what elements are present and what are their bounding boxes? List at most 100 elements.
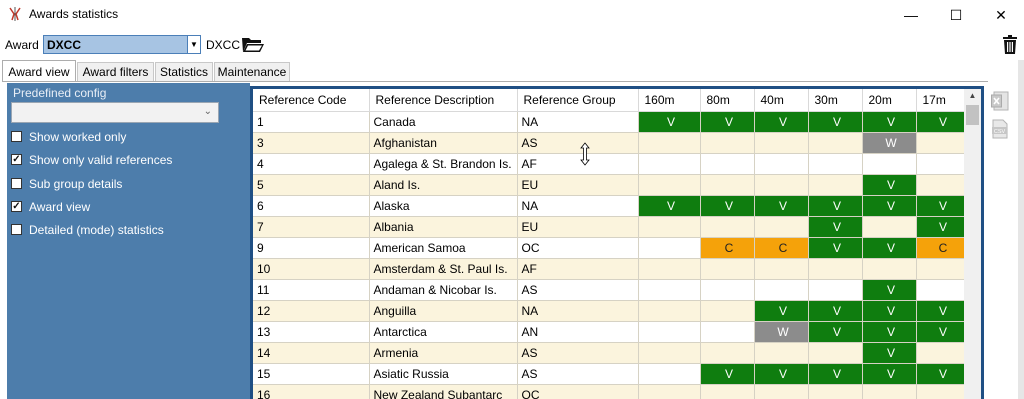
reference-description-cell[interactable]: Asiatic Russia xyxy=(369,363,518,385)
tab-award-filters[interactable]: Award filters xyxy=(77,62,154,81)
band-status-cell[interactable]: V xyxy=(808,216,863,238)
reference-code-cell[interactable]: 9 xyxy=(253,237,370,259)
band-status-cell[interactable] xyxy=(808,258,863,280)
reference-description-cell[interactable]: Afghanistan xyxy=(369,132,518,154)
band-status-cell[interactable]: V xyxy=(916,111,967,133)
reference-code-cell[interactable]: 7 xyxy=(253,216,370,238)
reference-code-cell[interactable]: 6 xyxy=(253,195,370,217)
band-status-cell[interactable] xyxy=(916,384,967,399)
band-status-cell[interactable] xyxy=(916,174,967,196)
reference-description-cell[interactable]: Alaska xyxy=(369,195,518,217)
band-status-cell[interactable] xyxy=(754,216,809,238)
band-status-cell[interactable]: V xyxy=(862,195,917,217)
band-status-cell[interactable] xyxy=(638,216,701,238)
column-header[interactable]: 80m xyxy=(700,89,755,112)
folder-open-icon[interactable] xyxy=(241,35,265,54)
column-header[interactable]: 30m xyxy=(808,89,863,112)
band-status-cell[interactable] xyxy=(700,258,755,280)
band-status-cell[interactable]: W xyxy=(862,132,917,154)
table-row[interactable]: 7 Albania EU V V xyxy=(253,216,967,238)
band-status-cell[interactable] xyxy=(638,279,701,301)
checkbox[interactable] xyxy=(11,224,22,235)
band-status-cell[interactable] xyxy=(754,153,809,175)
band-status-cell[interactable] xyxy=(916,279,967,301)
table-row[interactable]: 3 Afghanistan AS W xyxy=(253,132,967,154)
band-status-cell[interactable] xyxy=(754,342,809,364)
band-status-cell[interactable] xyxy=(862,216,917,238)
band-status-cell[interactable] xyxy=(862,258,917,280)
reference-description-cell[interactable]: Anguilla xyxy=(369,300,518,322)
band-status-cell[interactable] xyxy=(916,258,967,280)
band-status-cell[interactable] xyxy=(754,279,809,301)
trash-icon[interactable] xyxy=(1002,35,1018,54)
reference-code-cell[interactable]: 4 xyxy=(253,153,370,175)
reference-group-cell[interactable]: NA xyxy=(517,300,639,322)
minimize-button[interactable]: — xyxy=(888,0,934,30)
reference-code-cell[interactable]: 5 xyxy=(253,174,370,196)
band-status-cell[interactable] xyxy=(700,216,755,238)
checkbox-checked[interactable]: ✓ xyxy=(11,201,22,212)
band-status-cell[interactable]: W xyxy=(754,321,809,343)
band-status-cell[interactable] xyxy=(700,279,755,301)
reference-code-cell[interactable]: 1 xyxy=(253,111,370,133)
band-status-cell[interactable]: V xyxy=(808,237,863,259)
band-status-cell[interactable]: V xyxy=(862,342,917,364)
column-header[interactable]: 40m xyxy=(754,89,809,112)
column-header[interactable]: 20m xyxy=(862,89,917,112)
band-status-cell[interactable]: V xyxy=(754,195,809,217)
reference-description-cell[interactable]: Armenia xyxy=(369,342,518,364)
column-header[interactable]: Reference Group xyxy=(517,89,639,112)
table-row[interactable]: 9 American Samoa OC C C V V C xyxy=(253,237,967,259)
tab-award-view[interactable]: Award view xyxy=(2,60,76,81)
band-status-cell[interactable]: V xyxy=(916,363,967,385)
band-status-cell[interactable]: V xyxy=(862,300,917,322)
band-status-cell[interactable] xyxy=(754,174,809,196)
reference-group-cell[interactable]: AN xyxy=(517,321,639,343)
band-status-cell[interactable]: V xyxy=(754,111,809,133)
band-status-cell[interactable] xyxy=(808,174,863,196)
reference-group-cell[interactable]: AS xyxy=(517,363,639,385)
column-header[interactable]: Reference Code xyxy=(253,89,370,112)
band-status-cell[interactable] xyxy=(808,384,863,399)
table-row[interactable]: 16 New Zealand Subantarc OC xyxy=(253,384,967,399)
band-status-cell[interactable]: V xyxy=(862,174,917,196)
band-status-cell[interactable]: V xyxy=(754,363,809,385)
band-status-cell[interactable] xyxy=(754,384,809,399)
band-status-cell[interactable] xyxy=(638,300,701,322)
table-row[interactable]: 10 Amsterdam & St. Paul Is. AF xyxy=(253,258,967,280)
predefined-config-select[interactable]: ⌄ xyxy=(11,102,219,123)
reference-code-cell[interactable]: 14 xyxy=(253,342,370,364)
band-status-cell[interactable] xyxy=(638,153,701,175)
band-status-cell[interactable]: V xyxy=(916,195,967,217)
checkbox[interactable] xyxy=(11,131,22,142)
reference-group-cell[interactable]: AF xyxy=(517,258,639,280)
band-status-cell[interactable] xyxy=(638,363,701,385)
table-row[interactable]: 1 Canada NA V V V V V V xyxy=(253,111,967,133)
band-status-cell[interactable]: V xyxy=(808,321,863,343)
reference-group-cell[interactable]: EU xyxy=(517,216,639,238)
band-status-cell[interactable] xyxy=(638,132,701,154)
band-status-cell[interactable]: V xyxy=(916,321,967,343)
reference-description-cell[interactable]: Agalega & St. Brandon Is. xyxy=(369,153,518,175)
band-status-cell[interactable]: V xyxy=(862,111,917,133)
column-header[interactable]: 17m xyxy=(916,89,967,112)
band-status-cell[interactable]: V xyxy=(638,111,701,133)
band-status-cell[interactable]: V xyxy=(808,300,863,322)
band-status-cell[interactable] xyxy=(638,174,701,196)
table-row[interactable]: 15 Asiatic Russia AS V V V V V xyxy=(253,363,967,385)
band-status-cell[interactable]: C xyxy=(754,237,809,259)
band-status-cell[interactable]: V xyxy=(862,237,917,259)
reference-code-cell[interactable]: 12 xyxy=(253,300,370,322)
band-status-cell[interactable] xyxy=(862,384,917,399)
band-status-cell[interactable] xyxy=(700,132,755,154)
reference-code-cell[interactable]: 11 xyxy=(253,279,370,301)
csv-export-icon[interactable]: CSV xyxy=(991,119,1009,139)
band-status-cell[interactable]: V xyxy=(638,195,701,217)
reference-description-cell[interactable]: Antarctica xyxy=(369,321,518,343)
table-row[interactable]: 12 Anguilla NA V V V V xyxy=(253,300,967,322)
reference-code-cell[interactable]: 16 xyxy=(253,384,370,399)
band-status-cell[interactable]: V xyxy=(754,300,809,322)
reference-code-cell[interactable]: 15 xyxy=(253,363,370,385)
band-status-cell[interactable]: V xyxy=(700,195,755,217)
band-status-cell[interactable] xyxy=(808,153,863,175)
